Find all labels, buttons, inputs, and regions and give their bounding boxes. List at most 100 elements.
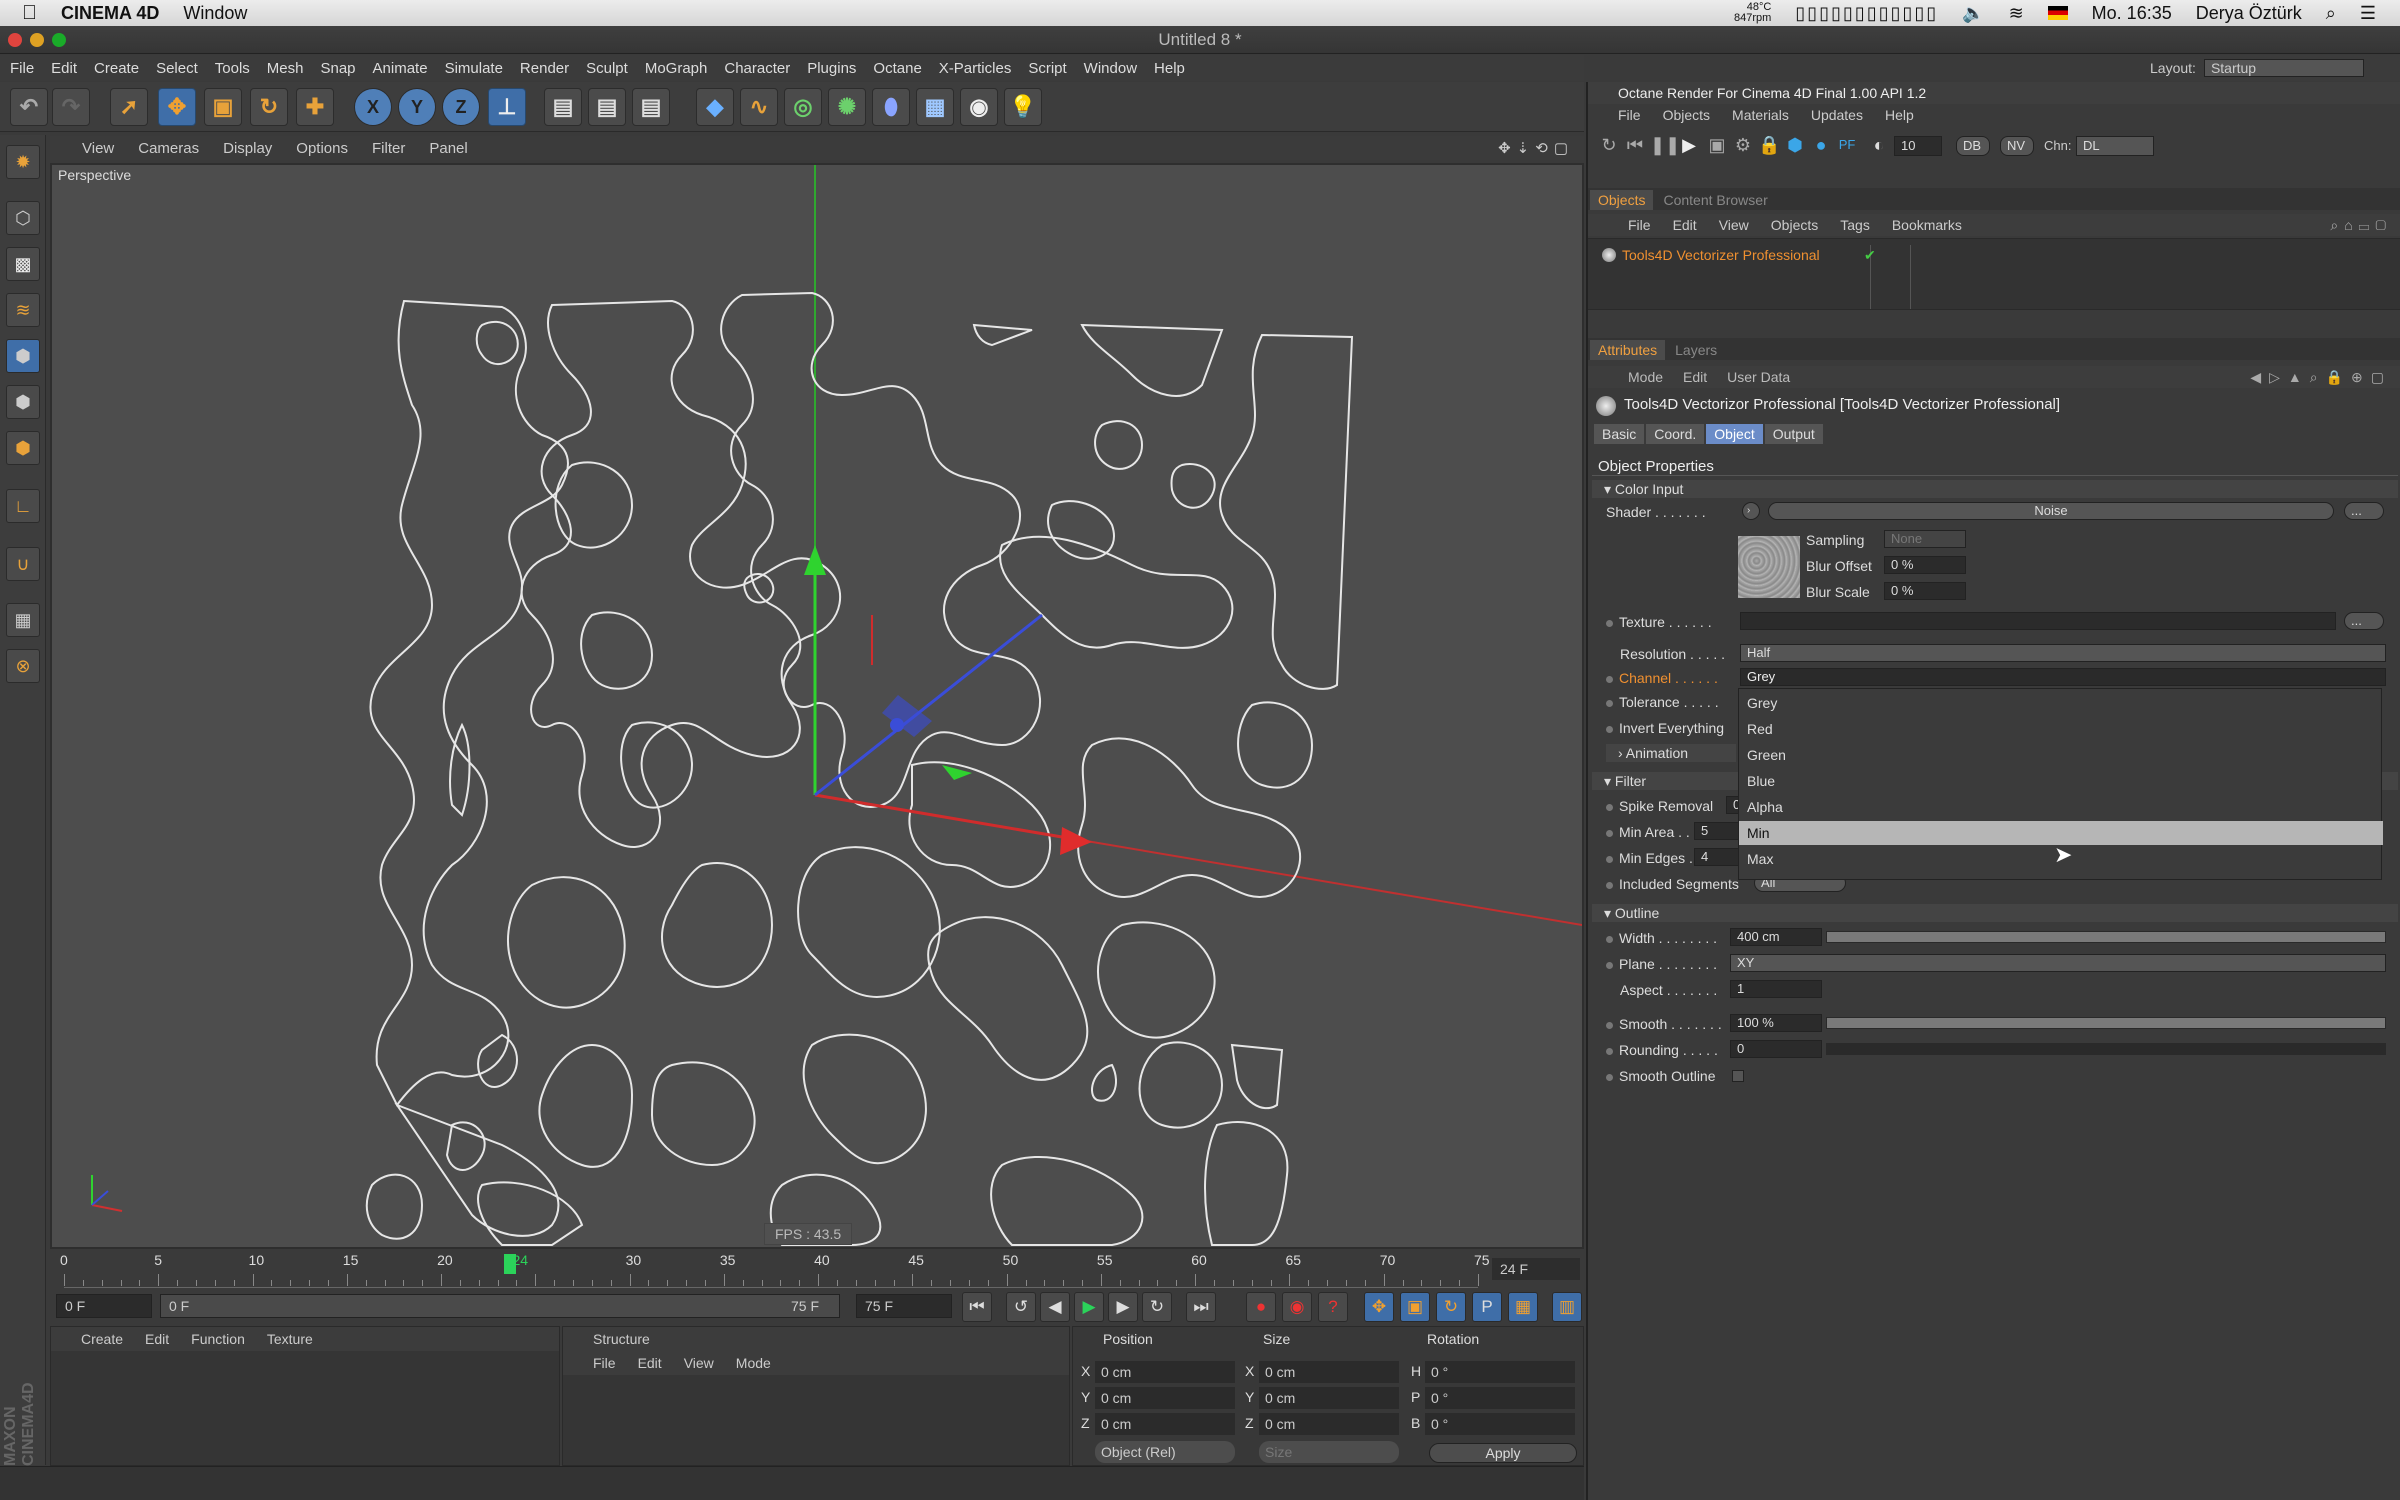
objects-search-icons[interactable]: ⌕⌂▭▢ — [2330, 217, 2392, 234]
texture-menu-button[interactable]: ... — [2344, 612, 2384, 630]
model-mode-icon[interactable]: ⬡ — [6, 201, 40, 235]
user-name[interactable]: Derya Öztürk — [2196, 3, 2302, 24]
viewport[interactable]: Perspective FPS: 43.5 — [50, 163, 1584, 1249]
menu-sculpt[interactable]: Sculpt — [586, 60, 628, 77]
key-pla-icon[interactable]: ▦ — [1508, 1292, 1538, 1322]
size-x-field[interactable]: 0 cm — [1259, 1361, 1399, 1383]
preview-range-slider[interactable]: 0 F 75 F — [160, 1294, 840, 1318]
record-icon[interactable]: ● — [1246, 1292, 1276, 1322]
menu-create[interactable]: Create — [94, 60, 139, 77]
oct-chn-dropdown[interactable]: DL — [2076, 136, 2154, 156]
obj-menu-tags[interactable]: Tags — [1840, 217, 1870, 233]
key-position-icon[interactable]: ✥ — [1364, 1292, 1394, 1322]
viewport-nav-icons[interactable]: ✥⇣⟲▢ — [1498, 139, 1574, 157]
aspect-field[interactable]: 1 — [1730, 980, 1822, 998]
prev-key-icon[interactable]: ↺ — [1006, 1292, 1036, 1322]
volume-icon[interactable]: 🔈 — [1962, 3, 1984, 24]
obj-menu-objects[interactable]: Objects — [1771, 217, 1818, 233]
move-tool-icon[interactable]: ✥ — [158, 88, 196, 126]
shader-field[interactable]: Noise — [1768, 502, 2334, 520]
obj-menu-bookmarks[interactable]: Bookmarks — [1892, 217, 1962, 233]
autokey-icon[interactable]: ◉ — [1282, 1292, 1312, 1322]
oct-menu-updates[interactable]: Updates — [1811, 107, 1863, 123]
attr-menu-userdata[interactable]: User Data — [1727, 369, 1790, 385]
scale-tool-icon[interactable]: ▣ — [204, 88, 242, 126]
shader-arrow-icon[interactable]: › — [1742, 502, 1760, 520]
magnet-icon[interactable]: ∪ — [6, 547, 40, 581]
color-input-section[interactable]: ▾ Color Input — [1592, 480, 2398, 498]
obj-menu-view[interactable]: View — [1719, 217, 1749, 233]
timeline-frame-display[interactable]: 24 F — [1492, 1258, 1580, 1280]
oct-menu-objects[interactable]: Objects — [1663, 107, 1710, 123]
oct-rewind-icon[interactable]: ⏮ — [1624, 134, 1646, 156]
menu-render[interactable]: Render — [520, 60, 569, 77]
render-settings-icon[interactable]: ▤ — [632, 88, 670, 126]
struct-menu-view[interactable]: View — [684, 1355, 714, 1371]
tab-layers[interactable]: Layers — [1667, 340, 1725, 360]
size-mode-dropdown[interactable]: Size — [1259, 1441, 1399, 1463]
wifi-icon[interactable]: ≋ — [2009, 3, 2024, 24]
polygons-mode-icon[interactable]: ⬢ — [6, 431, 40, 465]
menu-plugins[interactable]: Plugins — [807, 60, 856, 77]
apply-button[interactable]: Apply — [1429, 1443, 1577, 1463]
attr-menu-mode[interactable]: Mode — [1628, 369, 1663, 385]
key-scale-icon[interactable]: ▣ — [1400, 1292, 1430, 1322]
channel-option[interactable]: Blue — [1739, 769, 2383, 793]
rotate-tool-icon[interactable]: ↻ — [250, 88, 288, 126]
oct-settings-icon[interactable]: ⚙ — [1732, 134, 1754, 156]
struct-menu-mode[interactable]: Mode — [736, 1355, 771, 1371]
mat-menu-function[interactable]: Function — [191, 1331, 245, 1347]
redo-icon[interactable]: ↷ — [52, 88, 90, 126]
object-enabled-check-icon[interactable]: ✔ — [1864, 247, 1876, 264]
rot-p-field[interactable]: 0 ° — [1425, 1387, 1575, 1409]
live-selection-icon[interactable]: ➚ — [110, 88, 148, 126]
menu-simulate[interactable]: Simulate — [445, 60, 503, 77]
rot-h-field[interactable]: 0 ° — [1425, 1361, 1575, 1383]
close-window-button[interactable] — [8, 33, 22, 47]
pos-z-field[interactable]: 0 cm — [1095, 1413, 1235, 1435]
oct-play-icon[interactable]: ▶ — [1678, 134, 1700, 156]
shader-menu-button[interactable]: ... — [2344, 502, 2384, 520]
menu-x-particles[interactable]: X-Particles — [939, 60, 1012, 77]
deformer-icon[interactable]: ⬮ — [872, 88, 910, 126]
make-editable-icon[interactable]: ✹ — [6, 145, 40, 179]
vp-menu-filter[interactable]: Filter — [372, 140, 405, 157]
structure-title[interactable]: Structure — [593, 1331, 650, 1347]
oct-pf-icon[interactable]: PF — [1836, 134, 1858, 156]
menu-select[interactable]: Select — [156, 60, 198, 77]
blur-offset-field[interactable]: 0 % — [1884, 556, 1966, 574]
min-area-field[interactable]: 5 — [1694, 822, 1740, 840]
next-frame-icon[interactable]: ▶ — [1108, 1292, 1138, 1322]
apple-icon[interactable]:  — [22, 2, 37, 25]
rot-b-field[interactable]: 0 ° — [1425, 1413, 1575, 1435]
list-icon[interactable]: ☰ — [2360, 3, 2376, 24]
oct-menu-file[interactable]: File — [1618, 107, 1641, 123]
vp-menu-display[interactable]: Display — [223, 140, 272, 157]
width-slider[interactable] — [1826, 931, 2386, 943]
pos-x-field[interactable]: 0 cm — [1095, 1361, 1235, 1383]
oct-samples-field[interactable]: 10 — [1894, 136, 1942, 156]
oct-sphere-icon[interactable]: ● — [1810, 134, 1832, 156]
attributes-nav-icons[interactable]: ◀▷▲⌕🔒⊕▢ — [2250, 369, 2392, 386]
menu-octane[interactable]: Octane — [873, 60, 921, 77]
subtab-output[interactable]: Output — [1764, 424, 1823, 444]
subtab-object[interactable]: Object — [1706, 424, 1763, 444]
prev-frame-icon[interactable]: ◀ — [1040, 1292, 1070, 1322]
coord-mode-dropdown[interactable]: Object (Rel) — [1095, 1441, 1235, 1463]
floor-icon[interactable]: ▦ — [916, 88, 954, 126]
spline-icon[interactable]: ∿ — [740, 88, 778, 126]
menu-character[interactable]: Character — [724, 60, 790, 77]
obj-menu-edit[interactable]: Edit — [1673, 217, 1697, 233]
workplane-lock-icon[interactable]: ▦ — [6, 603, 40, 637]
zoom-window-button[interactable] — [52, 33, 66, 47]
z-axis-lock-icon[interactable]: Z — [442, 88, 480, 126]
oct-clay-icon[interactable]: ◐ — [1868, 134, 1890, 156]
vp-menu-options[interactable]: Options — [296, 140, 348, 157]
tab-objects[interactable]: Objects — [1590, 190, 1654, 210]
texture-field[interactable] — [1740, 612, 2336, 630]
menu-animate[interactable]: Animate — [373, 60, 428, 77]
menu-snap[interactable]: Snap — [320, 60, 355, 77]
oct-pause-icon[interactable]: ❚❚ — [1650, 134, 1680, 156]
oct-menu-materials[interactable]: Materials — [1732, 107, 1789, 123]
workplane-mode-icon[interactable]: ≋ — [6, 293, 40, 327]
